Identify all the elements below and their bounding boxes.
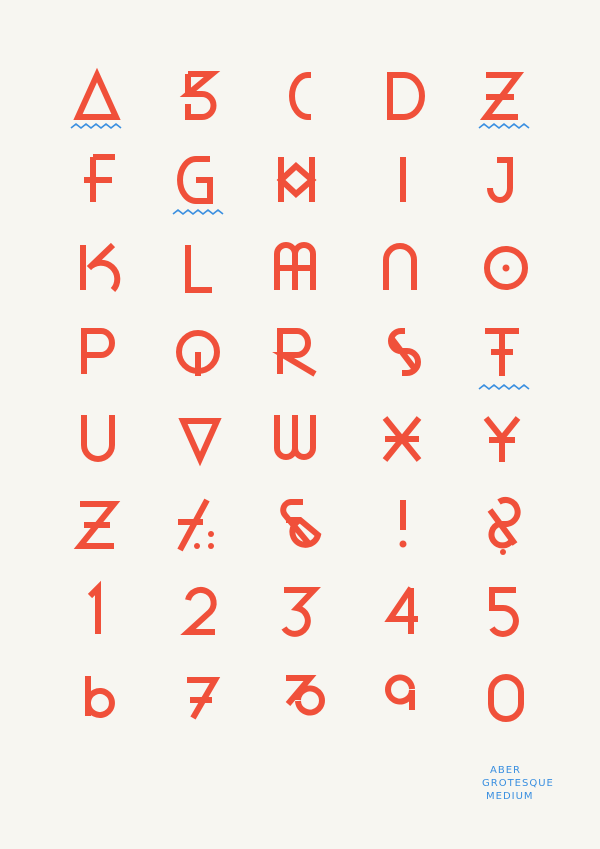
glyph-R bbox=[272, 328, 317, 377]
glyph-Z bbox=[73, 501, 121, 549]
glyph-period bbox=[194, 543, 200, 549]
glyph-O-dot bbox=[502, 264, 510, 272]
glyph-S bbox=[388, 328, 421, 376]
glyph-E bbox=[479, 72, 525, 120]
glyph-C bbox=[289, 72, 311, 120]
wave-accent-G bbox=[172, 208, 224, 216]
glyph-B bbox=[179, 71, 221, 120]
type-specimen-poster: ABER GROTESQUE MEDIUM bbox=[70, 67, 554, 802]
glyph-X bbox=[382, 416, 422, 462]
glyph-K bbox=[80, 242, 121, 293]
glyph-V bbox=[178, 418, 222, 467]
glyph-N bbox=[383, 243, 417, 290]
credit-line-2: GROTESQUE bbox=[482, 778, 554, 789]
glyph-6 bbox=[85, 676, 115, 718]
glyph-U bbox=[81, 415, 115, 462]
glyph-7 bbox=[187, 677, 221, 720]
glyph-question bbox=[487, 497, 521, 549]
glyph-5 bbox=[489, 587, 519, 637]
glyph-3 bbox=[281, 587, 321, 637]
glyph-2 bbox=[180, 586, 217, 635]
glyph-F bbox=[84, 154, 115, 202]
glyph-Q bbox=[176, 330, 220, 376]
glyph-colon-dot-bottom bbox=[208, 543, 214, 549]
glyph-question-dot bbox=[500, 549, 506, 555]
glyph-M bbox=[274, 242, 316, 290]
glyph-D bbox=[387, 72, 425, 120]
credit-line-1: ABER bbox=[490, 765, 521, 776]
glyph-9 bbox=[385, 674, 415, 710]
glyph-punctuation bbox=[177, 498, 210, 552]
glyph-4 bbox=[384, 586, 418, 634]
glyph-ampersand bbox=[280, 499, 322, 548]
credit-line-3: MEDIUM bbox=[486, 791, 534, 802]
glyph-L bbox=[185, 245, 212, 293]
wave-accent-A bbox=[70, 122, 122, 130]
glyph-8 bbox=[285, 675, 325, 716]
glyph-W bbox=[274, 415, 316, 460]
glyph-A bbox=[73, 67, 121, 120]
glyph-colon-dot-top bbox=[208, 531, 214, 537]
glyph-1 bbox=[87, 580, 101, 634]
glyph-G bbox=[177, 156, 213, 204]
glyph-0 bbox=[488, 674, 524, 722]
wave-accent-T bbox=[478, 383, 530, 391]
glyph-exclamation-dot bbox=[399, 540, 407, 548]
wave-accent-E bbox=[478, 122, 530, 130]
glyph-H bbox=[276, 157, 317, 202]
glyph-P bbox=[81, 328, 115, 374]
glyph-Y bbox=[483, 416, 521, 462]
glyph-T bbox=[485, 328, 519, 376]
font-credit: ABER GROTESQUE MEDIUM bbox=[482, 765, 554, 802]
glyph-J bbox=[487, 157, 513, 203]
